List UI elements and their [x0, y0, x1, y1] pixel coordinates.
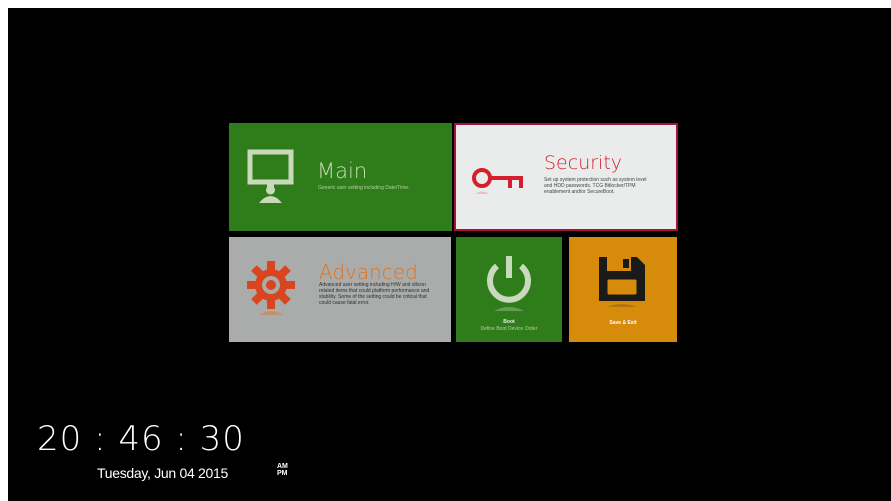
floppy-disk-icon [599, 257, 645, 307]
tile-main-description: Generic user setting including Date/Time… [318, 185, 410, 191]
key-icon [472, 168, 523, 194]
clock-pm: PM [277, 470, 288, 477]
tile-main-title: Main [317, 159, 368, 183]
tile-advanced[interactable]: Advanced Advanced user setting including… [229, 237, 451, 342]
clock-am: AM [277, 463, 288, 470]
tile-boot[interactable]: Boot Define Boot Device Order [456, 237, 562, 342]
tile-boot-title: Boot [503, 319, 515, 325]
bios-screen: Main Generic user setting including Date… [8, 8, 891, 501]
clock-date: Tuesday, Jun 04 2015 [97, 465, 228, 481]
clock-am-pm: AM PM [277, 463, 288, 477]
tile-save-exit[interactable]: Save & Exit [569, 237, 677, 342]
gear-icon [247, 261, 295, 315]
power-icon [487, 256, 531, 311]
tile-security-description: Set up system protection such as system … [544, 177, 647, 195]
tile-advanced-description: Advanced user setting including H/W and … [319, 282, 430, 306]
monitor-user-icon [247, 149, 294, 203]
tile-advanced-title: Advanced [319, 260, 418, 284]
clock-time: 20 : 46 : 30 [37, 419, 245, 459]
tile-boot-description: Define Boot Device Order [480, 326, 538, 332]
tile-security-title: Security [544, 152, 623, 174]
tile-save-exit-title: Save & Exit [609, 320, 637, 326]
tile-security[interactable]: Security Set up system protection such a… [454, 123, 678, 231]
tile-main[interactable]: Main Generic user setting including Date… [229, 123, 452, 231]
